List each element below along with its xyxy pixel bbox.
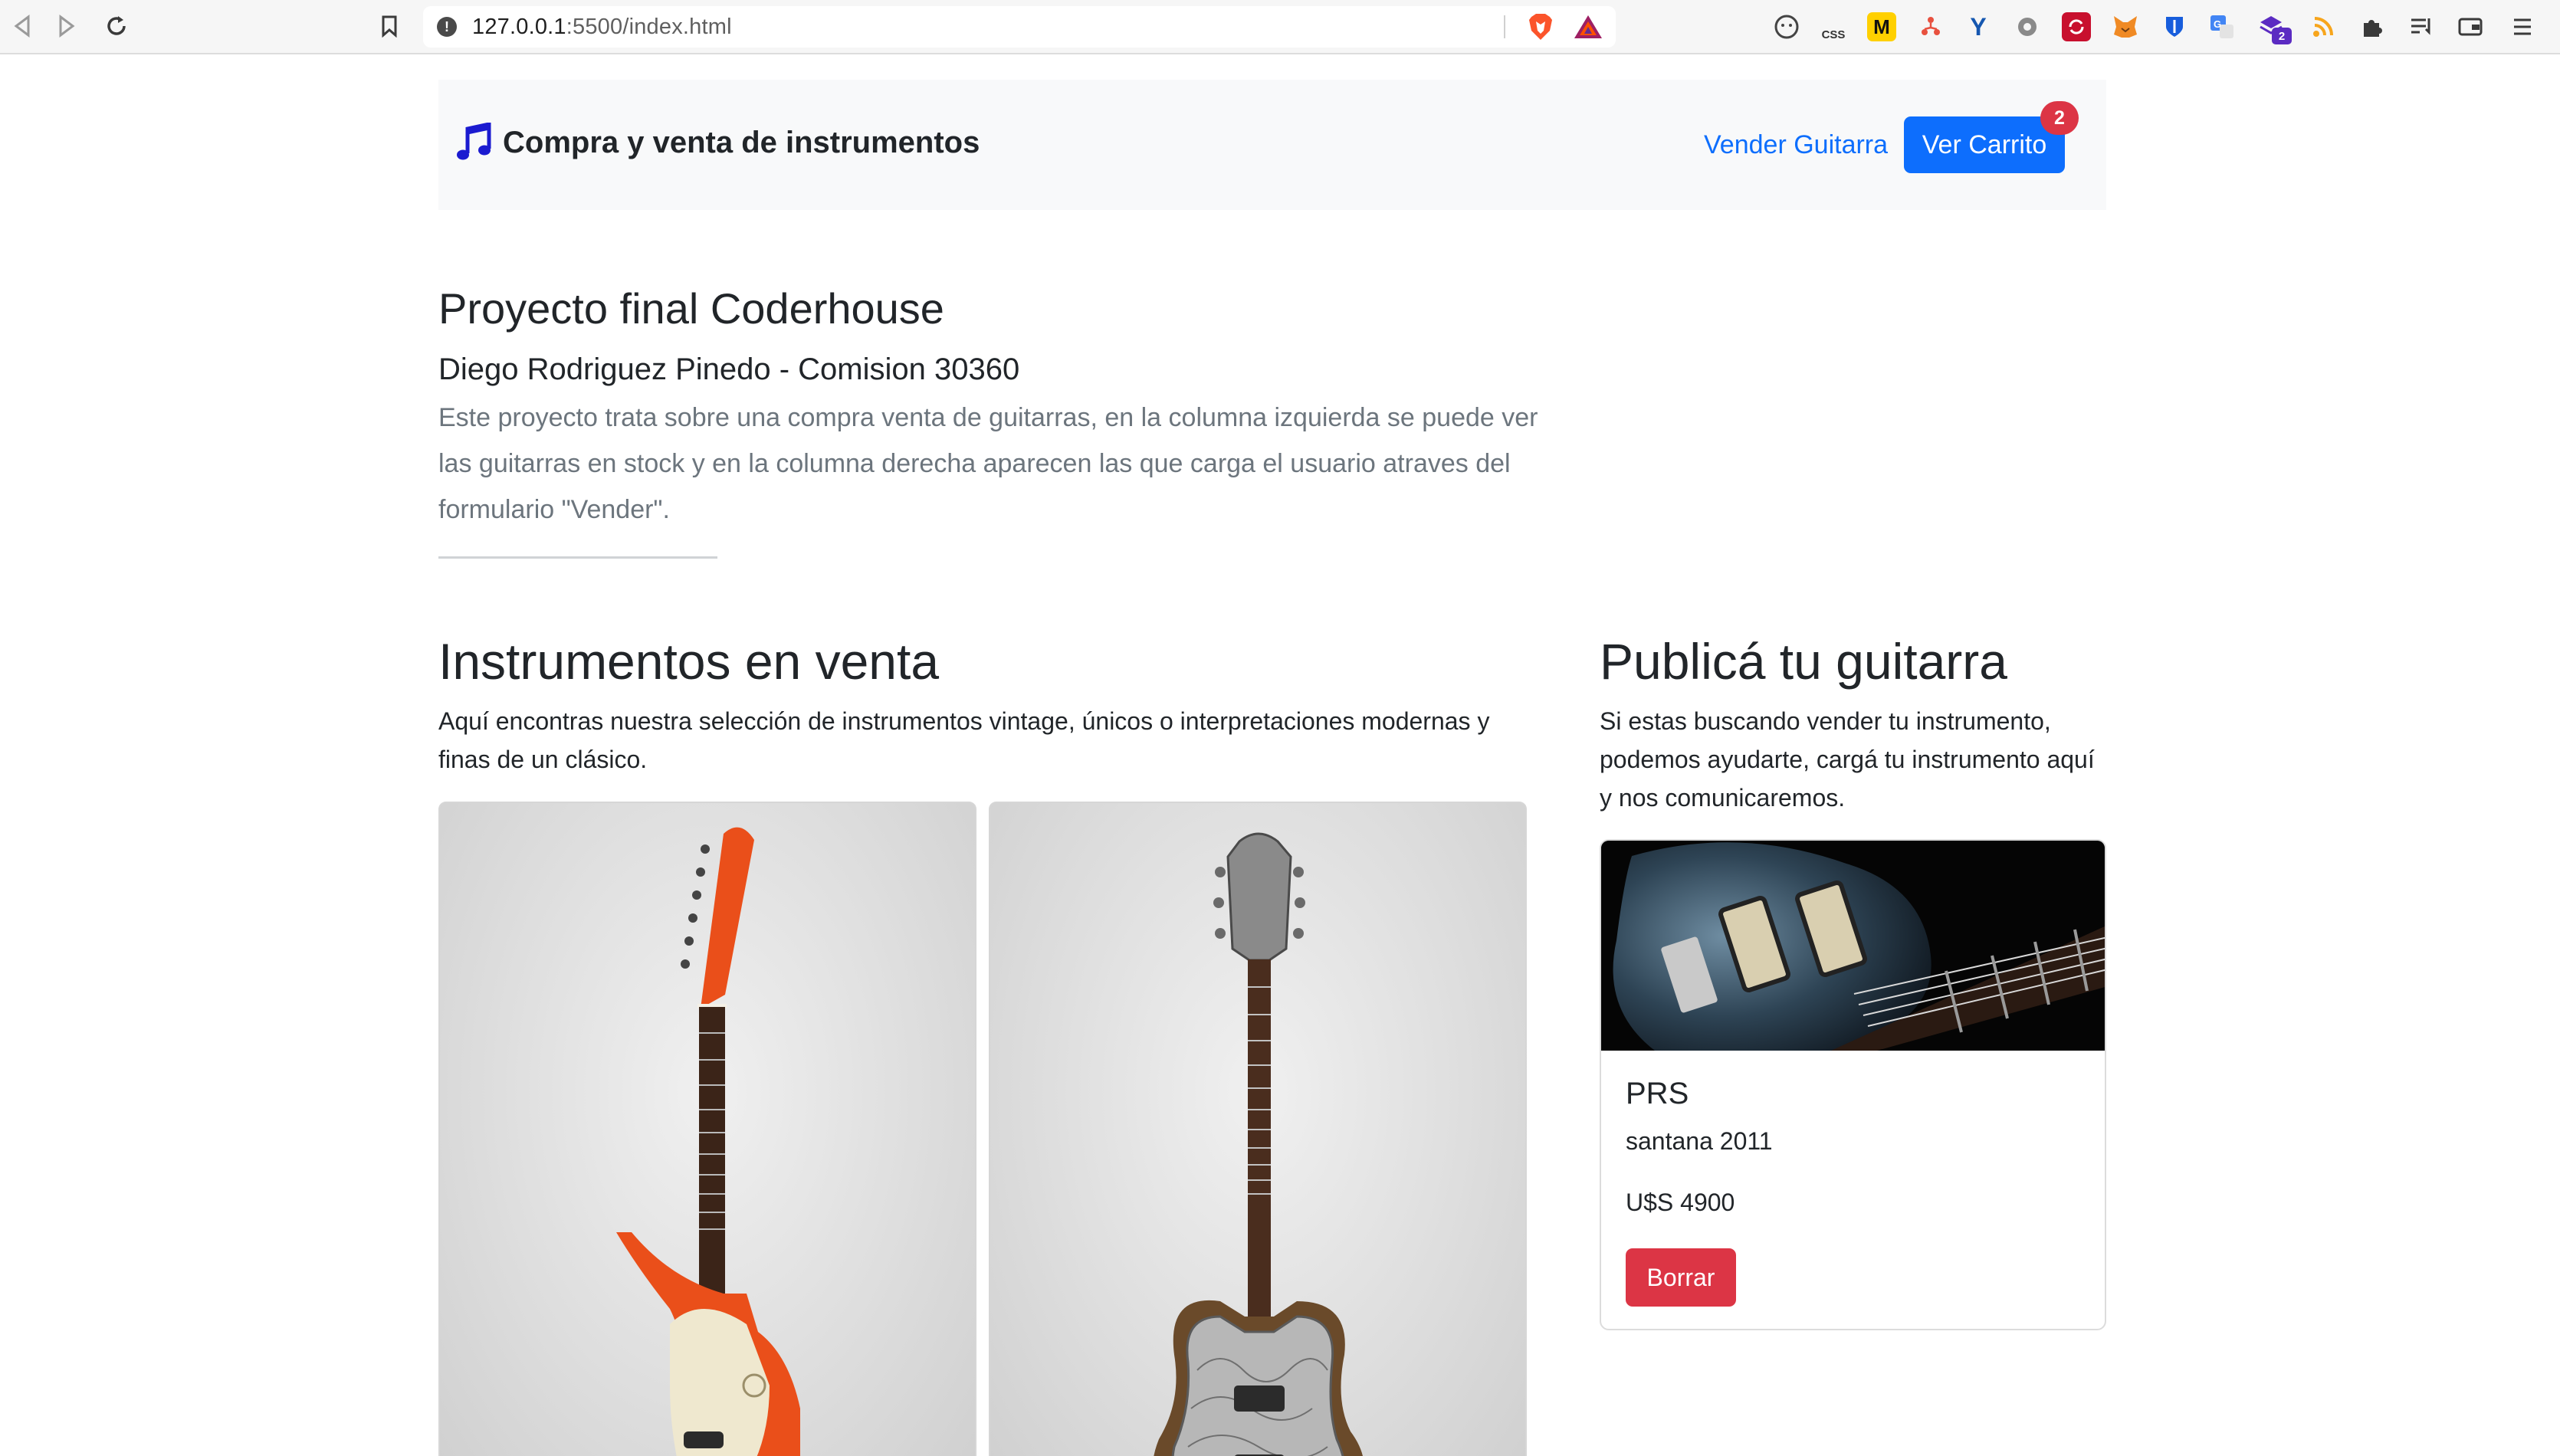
sell-guitar-link[interactable]: Vender Guitarra [1704, 130, 1888, 160]
back-icon[interactable] [6, 11, 37, 41]
for-sale-heading: Instrumentos en venta [438, 633, 940, 690]
css-extension-label: CSS [1821, 28, 1846, 41]
sync-extension-icon[interactable] [2062, 12, 2091, 41]
cart-count-badge: 2 [2040, 101, 2079, 135]
author-subtitle: Diego Rodriguez Pinedo - Comision 30360 [438, 353, 1020, 386]
brave-shields-icon[interactable] [1527, 12, 1554, 41]
address-bar[interactable]: ! 127.0.0.1:5500/index.html [423, 6, 1616, 48]
miro-extension-icon[interactable]: M [1867, 12, 1896, 41]
reading-list-icon[interactable] [2407, 12, 2436, 41]
bookmark-icon[interactable] [374, 11, 405, 41]
card-model: santana 2011 [1626, 1127, 1773, 1155]
reload-icon[interactable] [101, 11, 132, 41]
user-guitar-card: PRS santana 2011 U$S 4900 Borrar [1600, 839, 2106, 1330]
site-info-icon[interactable]: ! [437, 17, 457, 37]
brave-rewards-icon[interactable] [1573, 14, 1603, 40]
tree-extension-icon[interactable] [1916, 12, 1945, 41]
address-bar-divider [1504, 15, 1505, 38]
orange-guitar-image [616, 827, 800, 1456]
url-text[interactable]: 127.0.0.1:5500/index.html [472, 15, 732, 40]
sell-heading: Publicá tu guitarra [1600, 633, 2007, 690]
sell-text: Si estas buscando vender tu instrumento,… [1600, 707, 2095, 812]
vue-extension-icon[interactable]: Y [1964, 12, 1993, 41]
wallet-icon[interactable] [2456, 12, 2485, 41]
intro-divider [438, 556, 717, 559]
project-title: Proyecto final Coderhouse [438, 284, 944, 333]
svg-text:G: G [2214, 18, 2221, 30]
extension-face-icon[interactable] [1772, 12, 1801, 41]
prs-guitar-image [1601, 841, 2105, 1051]
brand[interactable]: Compra y venta de instrumentos [457, 123, 980, 162]
rss-icon[interactable] [2309, 12, 2338, 41]
card-price: U$S 4900 [1626, 1189, 1735, 1216]
metamask-fox-icon[interactable] [2111, 12, 2140, 41]
translate-icon[interactable]: G [2207, 12, 2237, 41]
forward-icon[interactable] [52, 11, 83, 41]
navbar: Compra y venta de instrumentos Vender Gu… [438, 80, 2106, 210]
puzzle-extensions-icon[interactable] [2358, 12, 2387, 41]
url-path: :5500/index.html [566, 14, 732, 39]
extension-count-badge: 2 [2272, 28, 2292, 44]
settings-extension-icon[interactable] [2013, 12, 2042, 41]
bitwarden-shield-icon[interactable] [2160, 12, 2189, 41]
engraved-guitar-image [1154, 832, 1363, 1456]
card-brand: PRS [1626, 1077, 1689, 1110]
brand-title: Compra y venta de instrumentos [503, 125, 980, 159]
project-description: Este proyecto trata sobre una compra ven… [438, 403, 1538, 524]
music-note-icon [457, 123, 491, 160]
view-cart-button[interactable]: Ver Carrito [1904, 116, 2065, 173]
css-extension-icon[interactable]: CSS [1819, 12, 1848, 41]
menu-icon[interactable] [2508, 12, 2537, 41]
product-card-engraved-guitar[interactable] [989, 802, 1527, 1456]
browser-toolbar: ! 127.0.0.1:5500/index.html CSS M Y G 2 [0, 0, 2560, 54]
url-host: 127.0.0.1 [472, 14, 566, 39]
product-card-orange-guitar[interactable] [438, 802, 976, 1456]
for-sale-text: Aquí encontras nuestra selección de inst… [438, 707, 1490, 773]
delete-button[interactable]: Borrar [1626, 1248, 1736, 1307]
